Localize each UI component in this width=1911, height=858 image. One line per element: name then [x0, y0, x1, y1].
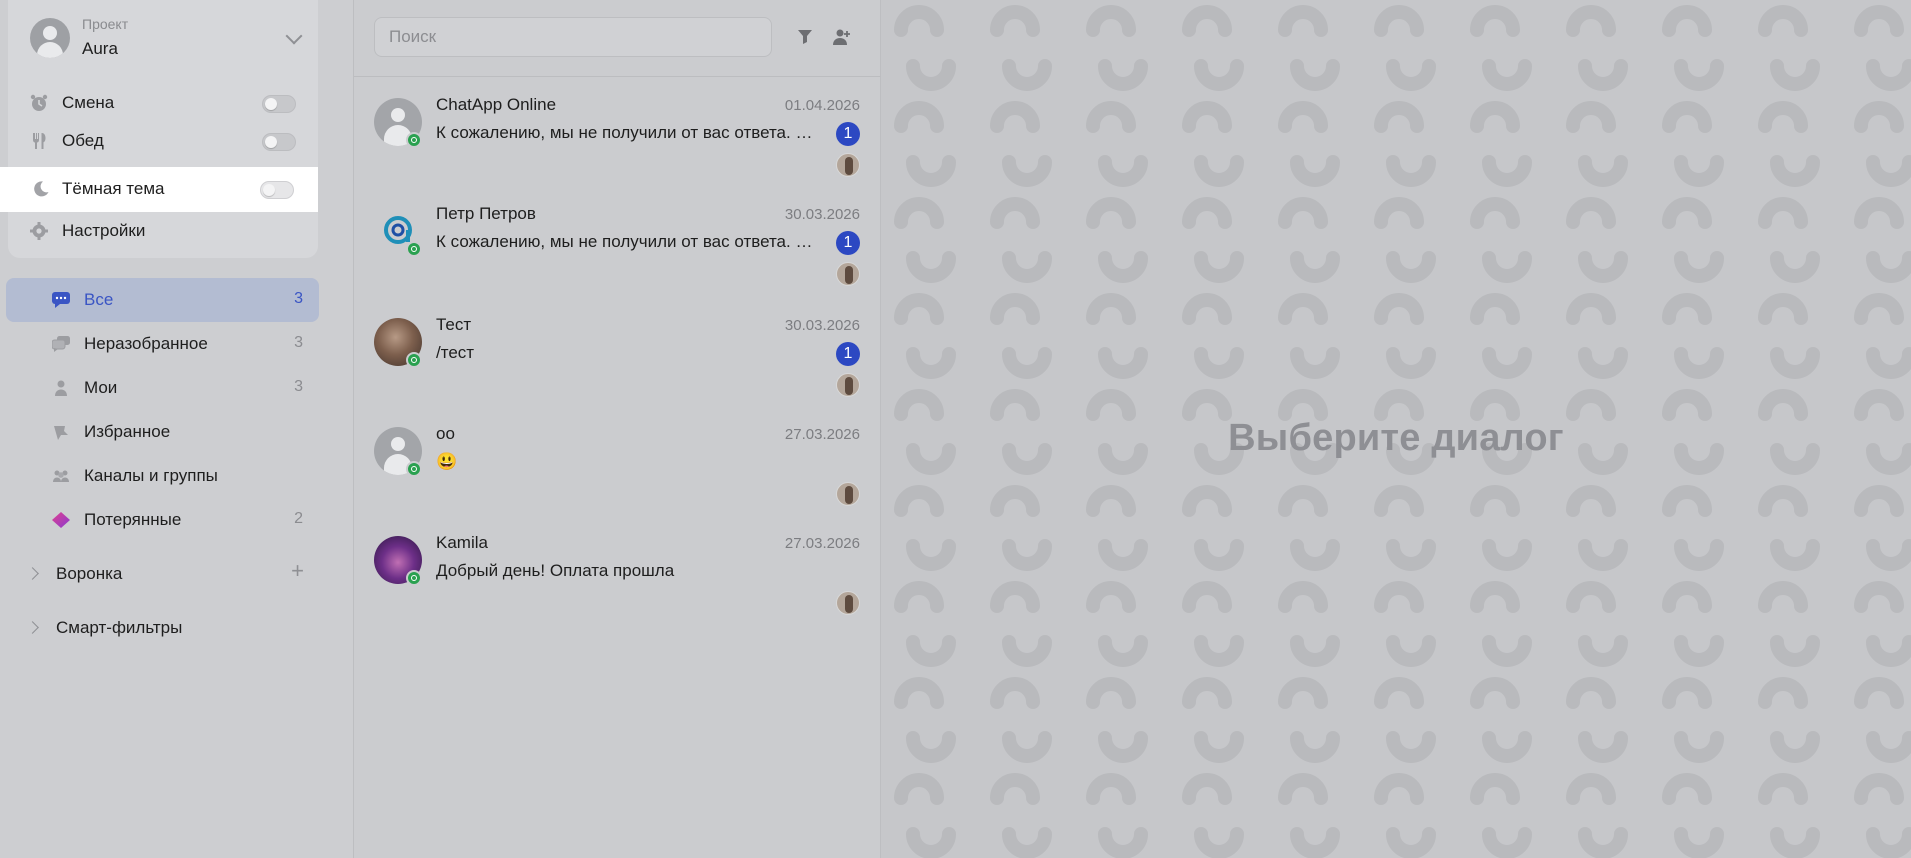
chat-date: 27.03.2026 [784, 426, 860, 443]
nav-label: Все [84, 290, 114, 309]
lost-diamond-icon [52, 512, 70, 528]
chat-last-message: К сожалению, мы не получили от вас ответ… [436, 123, 813, 142]
agent-avatar [836, 482, 860, 506]
agent-avatar [836, 373, 860, 397]
chat-bubble-icon [52, 292, 70, 308]
chat-last-message: К сожалению, мы не получили от вас ответ… [436, 232, 813, 251]
chat-date: 01.04.2026 [784, 97, 860, 114]
chat-item[interactable]: оо 27.03.2026 😃 [354, 413, 881, 521]
lunch-icon [33, 133, 46, 149]
nav-label: Неразобранное [84, 334, 208, 353]
chat-name: оо [436, 424, 455, 443]
chat-name: ChatApp Online [436, 95, 557, 114]
chat-list-panel: ChatApp Online 01.04.2026 К сожалению, м… [354, 0, 881, 858]
nav-item-all[interactable]: Все 3 [6, 278, 319, 322]
alarm-clock-icon [30, 94, 48, 111]
chats-icon [52, 336, 70, 352]
nav-item-unsorted[interactable]: Неразобранное 3 [6, 322, 319, 366]
nav-count: 3 [294, 290, 303, 307]
chat-date: 30.03.2026 [784, 206, 860, 223]
filter-icon[interactable] [795, 27, 815, 47]
nav-label: Избранное [84, 422, 171, 441]
nav-item-channels[interactable]: Каналы и группы [6, 454, 319, 498]
nav-item-mine[interactable]: Мои 3 [6, 366, 319, 410]
nav-count: 3 [294, 334, 303, 351]
group-label: Воронка [56, 564, 123, 583]
agent-avatar [836, 262, 860, 286]
nav-item-lost[interactable]: Потерянные 2 [6, 498, 319, 542]
settings-row[interactable]: Настройки [30, 213, 296, 249]
chat-name: Kamila [436, 533, 488, 552]
shift-row: Смена [30, 85, 296, 121]
chat-last-message: /тест [436, 343, 475, 362]
favorite-chat-icon [54, 426, 68, 440]
chat-item[interactable]: Kamila 27.03.2026 Добрый день! Оплата пр… [354, 522, 881, 630]
nav-label: Потерянные [84, 510, 182, 529]
chat-last-message: Добрый день! Оплата прошла [436, 561, 675, 580]
group-funnel[interactable]: Воронка + [24, 557, 304, 593]
shift-toggle[interactable] [262, 95, 296, 113]
whatsapp-icon [406, 570, 422, 586]
group-label: Смарт-фильтры [56, 618, 183, 637]
project-caption: Проект [82, 16, 129, 32]
chat-date: 27.03.2026 [784, 535, 860, 552]
nav-count: 3 [294, 378, 303, 395]
chat-item[interactable]: ChatApp Online 01.04.2026 К сожалению, м… [354, 84, 881, 192]
chat-name: Петр Петров [436, 204, 536, 223]
nav-count: 2 [294, 510, 303, 527]
whatsapp-icon [406, 461, 422, 477]
unread-badge: 1 [836, 122, 860, 146]
agent-avatar [836, 591, 860, 615]
add-icon[interactable]: + [291, 560, 304, 582]
dialog-area: Выберите диалог [881, 0, 1911, 858]
whatsapp-icon [406, 132, 422, 148]
lunch-row: Обед [30, 123, 296, 159]
group-icon [53, 470, 69, 482]
chat-list-header [354, 0, 881, 77]
dark-theme-row: Тёмная тема [0, 167, 318, 212]
search-input[interactable] [374, 17, 772, 57]
dark-theme-label: Тёмная тема [62, 179, 165, 198]
nav-label: Каналы и группы [84, 466, 218, 485]
select-dialog-placeholder: Выберите диалог [1228, 417, 1564, 459]
whatsapp-icon [406, 352, 422, 368]
dark-theme-toggle[interactable] [260, 181, 294, 199]
chat-date: 30.03.2026 [784, 317, 860, 334]
settings-label: Настройки [62, 221, 146, 240]
moon-icon [34, 181, 49, 197]
chat-item[interactable]: Петр Петров 30.03.2026 К сожалению, мы н… [354, 193, 881, 301]
project-name: Aura [82, 39, 118, 58]
chat-name: Тест [436, 315, 472, 334]
unread-badge: 1 [836, 231, 860, 255]
agent-avatar [836, 153, 860, 177]
lunch-toggle[interactable] [262, 133, 296, 151]
person-icon [55, 380, 67, 396]
whatsapp-icon [406, 241, 422, 257]
chevron-right-icon[interactable] [26, 567, 39, 580]
lunch-label: Обед [62, 131, 104, 150]
sidebar: Проект Aura Смена Обед Тёмная тема Настр… [0, 0, 354, 858]
add-contact-icon[interactable] [832, 27, 852, 47]
chat-item[interactable]: Тест 30.03.2026 /тест 1 [354, 304, 881, 412]
unread-badge: 1 [836, 342, 860, 366]
project-avatar [30, 18, 70, 58]
chat-last-message: 😃 [436, 452, 458, 471]
nav-label: Мои [84, 378, 118, 397]
group-smart-filters[interactable]: Смарт-фильтры [24, 611, 304, 647]
nav-item-favorites[interactable]: Избранное [6, 410, 319, 454]
chevron-right-icon[interactable] [26, 621, 39, 634]
chevron-down-icon[interactable] [285, 27, 303, 45]
gear-icon [30, 222, 48, 240]
project-switcher[interactable]: Проект Aura [30, 16, 303, 60]
shift-label: Смена [62, 93, 115, 112]
